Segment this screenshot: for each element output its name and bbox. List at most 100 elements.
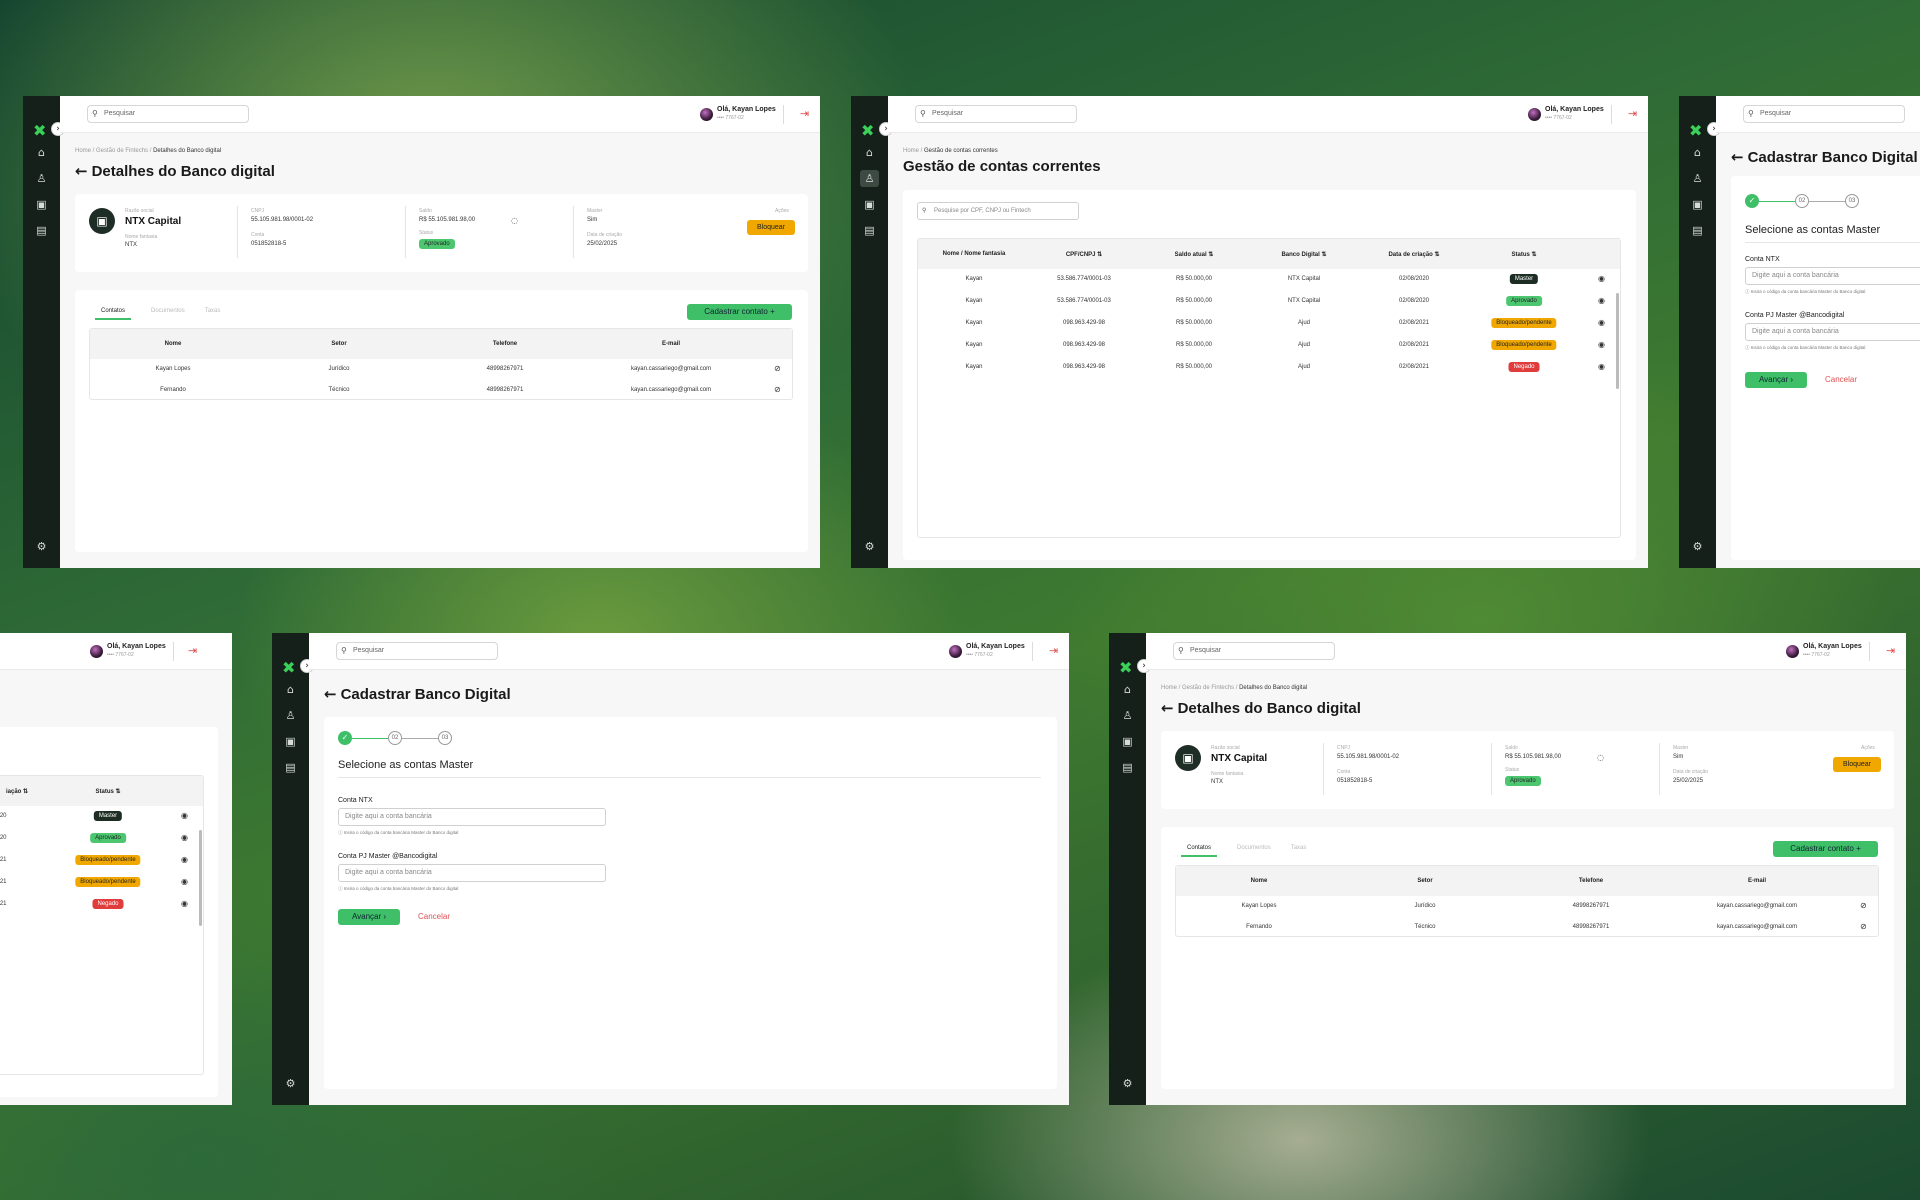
home-icon[interactable]: ⌂: [1118, 681, 1137, 698]
tab-documentos[interactable]: Documentos: [151, 308, 185, 318]
contacts-table: Nome Setor Telefone E-mail Kayan Lopes J…: [1175, 865, 1879, 937]
briefcase-icon[interactable]: ▣: [32, 196, 51, 213]
contacts-card: Contatos Documentos Taxas Cadastrar contat…: [75, 290, 808, 552]
tab-taxas[interactable]: Taxas: [1291, 845, 1307, 855]
conta-ntx-input[interactable]: Digite aqui a conta bancária: [338, 808, 606, 826]
card-icon[interactable]: ▤: [860, 222, 879, 239]
avatar: [700, 108, 713, 121]
add-contact-button[interactable]: Cadastrar contato +: [1773, 841, 1878, 857]
cancel-button[interactable]: Cancelar: [418, 912, 450, 921]
eye-icon[interactable]: ◉: [181, 855, 188, 864]
eye-icon[interactable]: ◉: [181, 877, 188, 886]
search-input[interactable]: ⚲ Pesquisar: [87, 105, 249, 123]
eye-off-icon[interactable]: ◌: [1597, 753, 1604, 762]
eye-icon[interactable]: ◉: [181, 811, 188, 820]
gear-icon[interactable]: ⚙: [1688, 538, 1707, 555]
block-button[interactable]: Bloquear: [1833, 757, 1881, 772]
briefcase-icon[interactable]: ▣: [1688, 196, 1707, 213]
eye-icon[interactable]: ◉: [1598, 340, 1605, 349]
logo-icon: ✖: [282, 658, 296, 677]
search-input[interactable]: ⚲ Pesquisar: [915, 105, 1077, 123]
contacts-card: Contatos Documentos Taxas Cadastrar contat…: [1161, 827, 1894, 1089]
cancel-button[interactable]: Cancelar: [1825, 375, 1857, 384]
page-title: ← Detalhes do Banco digital: [1161, 699, 1361, 717]
briefcase-icon[interactable]: ▣: [860, 196, 879, 213]
divider: [1869, 642, 1870, 661]
search-input[interactable]: ⚲ Pesquisar: [336, 642, 498, 660]
search-input[interactable]: ⚲ Pesquisar: [1743, 105, 1905, 123]
search-input[interactable]: ⚲ Pesquisar: [1173, 642, 1335, 660]
table-cell: R$ 50.000,00: [1175, 364, 1213, 370]
block-icon[interactable]: ⊘: [774, 364, 781, 373]
card-icon[interactable]: ▤: [281, 759, 300, 776]
user-icon[interactable]: ♙: [1688, 170, 1707, 187]
user-icon[interactable]: ♙: [281, 707, 300, 724]
gear-icon[interactable]: ⚙: [1118, 1075, 1137, 1092]
conta-pj-input[interactable]: Digite aqui a conta bancária: [338, 864, 606, 882]
divider: [783, 105, 784, 124]
accounts-card: ⚲ Pesquise por CPF, CNPJ ou Fintech Nome …: [903, 190, 1636, 560]
conta-pj-input[interactable]: Digite aqui a conta bancária: [1745, 323, 1920, 341]
user-icon[interactable]: ♙: [32, 170, 51, 187]
tab-documentos[interactable]: Documentos: [1237, 845, 1271, 855]
scrollbar[interactable]: [1616, 293, 1619, 389]
conta-ntx-input[interactable]: Digite aqui a conta bancária: [1745, 267, 1920, 285]
status-badge: Bloqueado/pendente: [75, 877, 141, 887]
back-arrow-icon[interactable]: ←: [324, 685, 337, 703]
status-badge: Master: [1509, 274, 1539, 284]
logout-icon[interactable]: ⇥: [800, 107, 809, 120]
scrollbar[interactable]: [199, 830, 202, 926]
add-contact-button[interactable]: Cadastrar contato +: [687, 304, 792, 320]
breadcrumb: Home / Gestão de Fintechs / Detalhes do …: [1161, 685, 1308, 691]
logout-icon[interactable]: ⇥: [1049, 644, 1058, 657]
home-icon[interactable]: ⌂: [32, 144, 51, 161]
logout-icon[interactable]: ⇥: [1886, 644, 1895, 657]
topbar: Olá, Kayan Lopes •••• 7767-02 ⇥: [0, 633, 232, 670]
table-cell: 53.586.774/0001-03: [1057, 276, 1111, 282]
eye-icon[interactable]: ◉: [1598, 318, 1605, 327]
briefcase-icon[interactable]: ▣: [281, 733, 300, 750]
tab-taxas[interactable]: Taxas: [205, 308, 221, 318]
home-icon[interactable]: ⌂: [281, 681, 300, 698]
block-icon[interactable]: ⊘: [1860, 901, 1867, 910]
block-button[interactable]: Bloquear: [747, 220, 795, 235]
status-badge: Bloqueado/pendente: [1491, 318, 1557, 328]
eye-off-icon[interactable]: ◌: [511, 216, 518, 225]
back-arrow-icon[interactable]: ←: [75, 162, 88, 180]
table-cell: 02/08/2020: [1398, 298, 1430, 304]
bank-info-card: ▣ Razão social NTX Capital Nome fantasia…: [75, 194, 808, 272]
back-arrow-icon[interactable]: ←: [1731, 148, 1744, 166]
page-title: ← Detalhes do Banco digital: [75, 162, 275, 180]
eye-icon[interactable]: ◉: [1598, 362, 1605, 371]
advance-button[interactable]: Avançar ›: [338, 909, 400, 925]
page-title: ← Cadastrar Banco Digital: [1731, 148, 1918, 166]
gear-icon[interactable]: ⚙: [281, 1075, 300, 1092]
card-icon[interactable]: ▤: [32, 222, 51, 239]
eye-icon[interactable]: ◉: [1598, 274, 1605, 283]
eye-icon[interactable]: ◉: [181, 833, 188, 842]
table-cell: Ajud: [1297, 342, 1311, 348]
user-icon[interactable]: ♙: [1118, 707, 1137, 724]
eye-icon[interactable]: ◉: [181, 899, 188, 908]
logout-icon[interactable]: ⇥: [188, 644, 197, 657]
logout-icon[interactable]: ⇥: [1628, 107, 1637, 120]
briefcase-icon[interactable]: ▣: [1118, 733, 1137, 750]
status-badge: Aprovado: [1505, 776, 1541, 786]
block-icon[interactable]: ⊘: [774, 385, 781, 394]
eye-icon[interactable]: ◉: [1598, 296, 1605, 305]
divider: [1032, 642, 1033, 661]
tab-contatos[interactable]: Contatos: [1181, 845, 1218, 857]
home-icon[interactable]: ⌂: [860, 144, 879, 161]
back-arrow-icon[interactable]: ←: [1161, 699, 1174, 717]
card-icon[interactable]: ▤: [1688, 222, 1707, 239]
block-icon[interactable]: ⊘: [1860, 922, 1867, 931]
gear-icon[interactable]: ⚙: [32, 538, 51, 555]
home-icon[interactable]: ⌂: [1688, 144, 1707, 161]
card-icon[interactable]: ▤: [1118, 759, 1137, 776]
advance-button[interactable]: Avançar ›: [1745, 372, 1807, 388]
accounts-search-input[interactable]: ⚲ Pesquise por CPF, CNPJ ou Fintech: [917, 202, 1079, 220]
tab-contatos[interactable]: Contatos: [95, 308, 132, 320]
divider: [1611, 105, 1612, 124]
gear-icon[interactable]: ⚙: [860, 538, 879, 555]
user-icon[interactable]: ♙: [860, 170, 879, 187]
